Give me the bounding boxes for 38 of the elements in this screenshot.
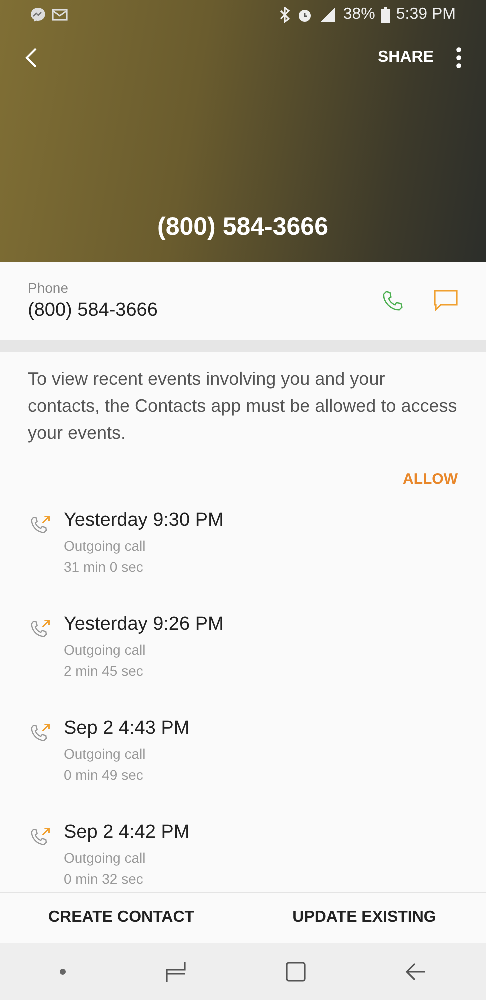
signal-icon [319, 7, 338, 23]
outgoing-call-icon [30, 826, 52, 848]
share-button[interactable]: SHARE [374, 45, 438, 71]
back-icon[interactable] [24, 47, 38, 69]
action-button[interactable]: UPDATE EXISTING [243, 893, 486, 943]
phone-label: Phone [28, 280, 70, 296]
call-type: Outgoing call [64, 849, 147, 868]
more-options-icon[interactable] [456, 47, 462, 69]
email-icon [52, 8, 68, 22]
permission-message: To view recent events involving you and your contacts, the Contacts app must be allowed to access your events. [28, 368, 458, 445]
outgoing-call-icon [30, 618, 52, 640]
action-button[interactable]: CREATE CONTACT [0, 893, 243, 943]
outgoing-call-icon [30, 514, 52, 536]
call-time: Sep 2 4:42 PM [64, 822, 190, 844]
battery-icon [381, 7, 390, 23]
call-icon[interactable] [382, 290, 404, 312]
bluetooth-icon [279, 7, 292, 23]
recent-apps-icon[interactable] [165, 960, 187, 982]
alarm-icon [297, 7, 314, 23]
call-time: Yesterday 9:30 PM [64, 510, 224, 532]
phone-number: (800) 584-3666 [28, 300, 159, 322]
call-type: Outgoing call [64, 745, 147, 764]
call-time: Sep 2 4:43 PM [64, 718, 190, 740]
contact-title: (800) 584-3666 [156, 213, 330, 242]
call-duration: 0 min 49 sec [64, 766, 144, 785]
call-duration: 2 min 45 sec [64, 662, 144, 681]
messenger-icon [30, 7, 46, 23]
clock: 5:39 PM [396, 6, 456, 24]
call-duration: 0 min 32 sec [64, 870, 144, 889]
outgoing-call-icon [30, 722, 52, 744]
battery-percent: 38% [343, 6, 376, 24]
back-nav-icon[interactable] [405, 960, 427, 982]
call-type: Outgoing call [64, 641, 147, 660]
dot-icon[interactable] [59, 968, 67, 976]
call-type: Outgoing call [64, 537, 147, 556]
home-icon[interactable] [285, 960, 307, 982]
call-time: Yesterday 9:26 PM [64, 614, 224, 636]
call-duration: 31 min 0 sec [64, 558, 144, 577]
